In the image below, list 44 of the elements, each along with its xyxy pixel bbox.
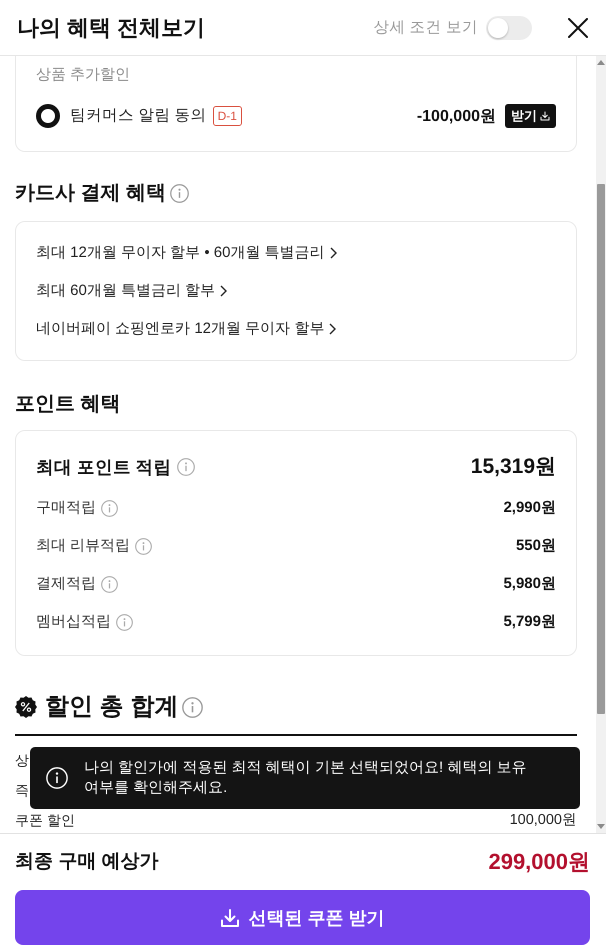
point-label: 최대 리뷰적립 xyxy=(36,536,130,556)
point-amount: 5,980원 xyxy=(503,574,556,594)
coupon-label: 팀커머스 알림 동의 xyxy=(70,106,207,126)
download-icon xyxy=(220,908,240,928)
section-title: 할인 총 합계 xyxy=(45,693,178,721)
section-title: 포인트 혜택 xyxy=(15,392,121,417)
triangle-down-icon[interactable] xyxy=(597,824,605,829)
scrollbar[interactable] xyxy=(596,56,606,833)
point-amount: 5,799원 xyxy=(503,612,556,632)
percent-badge-icon xyxy=(15,696,37,718)
point-label: 멤버십적립 xyxy=(36,612,111,632)
discount-label: 즉 xyxy=(15,781,29,799)
section-title: 카드사 결제 혜택 xyxy=(15,181,166,206)
card-subtitle: 상품 추가할인 xyxy=(36,65,132,85)
points-total-amount: 15,319원 xyxy=(470,454,556,480)
toast-message: 나의 할인가에 적용된 최적 혜택이 기본 선택되었어요! 혜택의 보유 여부를 확인해주세요. xyxy=(84,758,528,798)
chevron-right-icon xyxy=(330,247,337,259)
discount-label: 상 xyxy=(15,751,29,769)
d-day-badge: D-1 xyxy=(212,106,242,126)
download-coupons-button[interactable]: 선택된 쿠폰 받기 xyxy=(15,890,590,945)
final-price: 299,000원 xyxy=(488,848,590,876)
coupon-amount: -100,000원 xyxy=(416,106,496,126)
point-label: 결제적립 xyxy=(36,574,96,594)
final-price-label: 최종 구매 예상가 xyxy=(15,850,159,874)
points-total-label: 최대 포인트 적립 xyxy=(36,456,172,479)
triangle-up-icon[interactable] xyxy=(597,60,605,65)
scrollbar-thumb[interactable] xyxy=(597,184,605,714)
receive-button[interactable]: 받기 xyxy=(505,104,556,128)
benefit-link[interactable]: 최대 12개월 무이자 할부 • 60개월 특별금리 xyxy=(36,242,337,264)
point-amount: 550원 xyxy=(516,536,556,556)
toggle-label: 상세 조건 보기 xyxy=(373,18,478,38)
radio-icon[interactable] xyxy=(36,104,60,128)
benefit-link[interactable]: 최대 60개월 특별금리 할부 xyxy=(36,280,228,302)
discount-amount: 100,000원 xyxy=(510,811,577,829)
chevron-right-icon xyxy=(329,323,336,335)
benefit-link[interactable]: 네이버페이 쇼핑엔로카 12개월 무이자 할부 xyxy=(36,318,336,340)
chevron-right-icon xyxy=(220,285,228,297)
sheet-title: 나의 혜택 전체보기 xyxy=(17,14,206,42)
toggle-switch[interactable] xyxy=(486,16,532,40)
point-label: 구매적립 xyxy=(36,498,96,518)
close-icon[interactable] xyxy=(568,18,588,38)
point-amount: 2,990원 xyxy=(503,498,556,518)
download-icon xyxy=(540,111,550,121)
discount-label: 쿠폰 할인 xyxy=(15,811,75,829)
